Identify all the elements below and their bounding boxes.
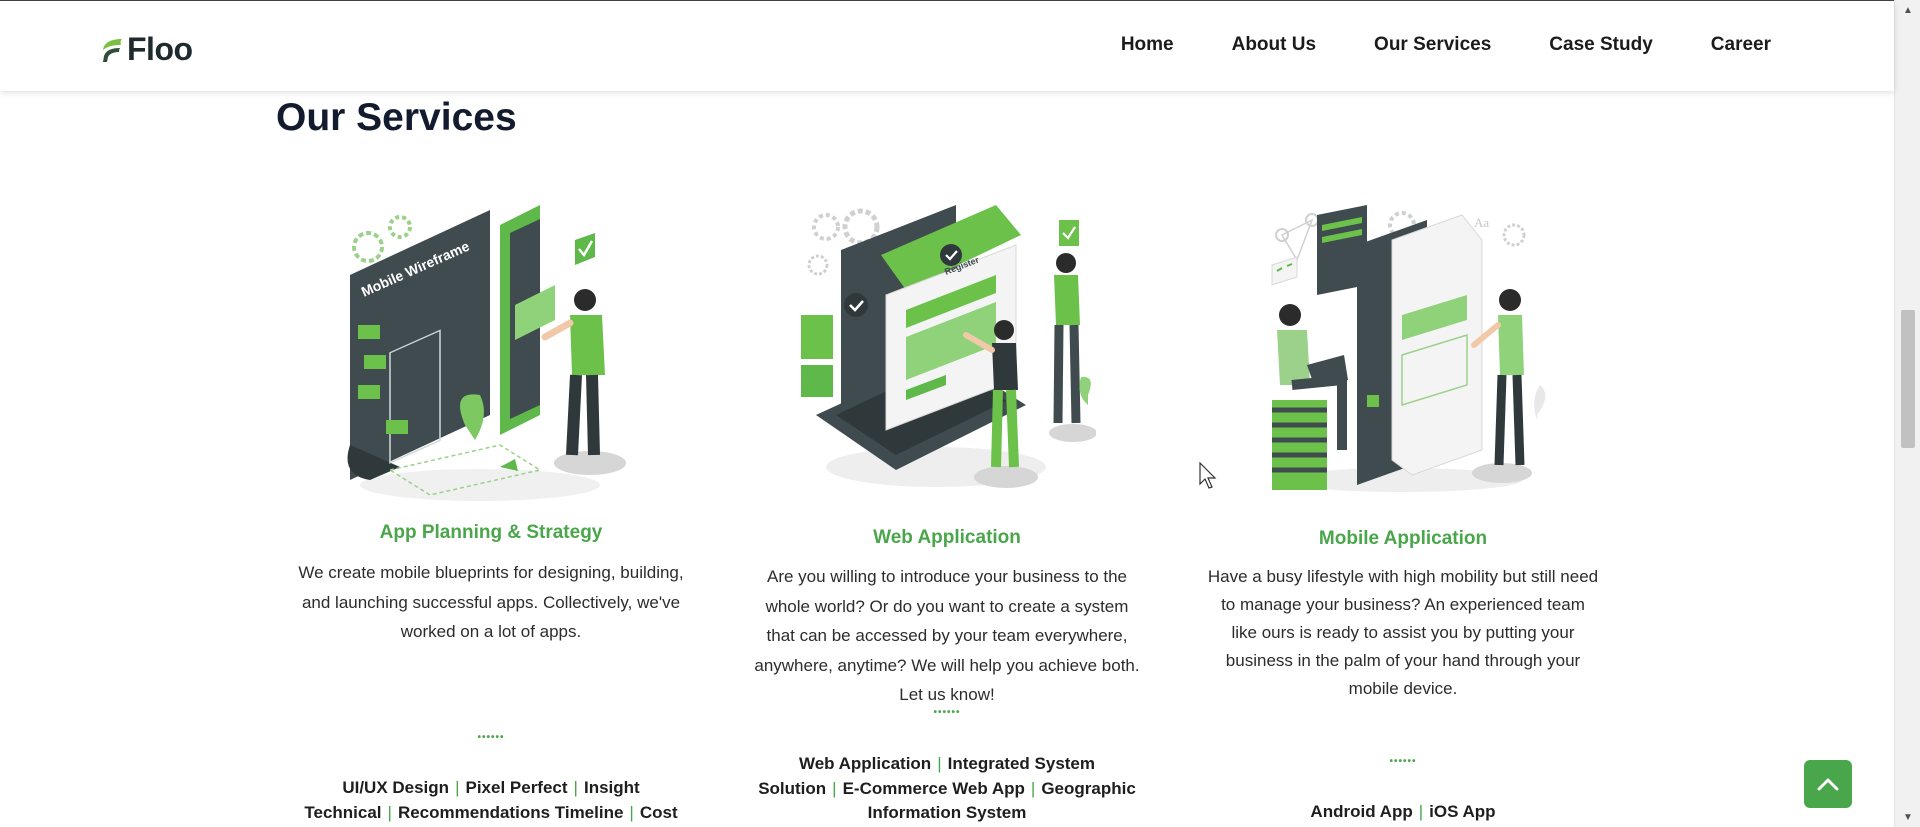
section-title: Our Services xyxy=(276,96,517,139)
mobile-app-illustration: Aa xyxy=(1271,205,1546,492)
logo-text: Floo xyxy=(127,31,193,67)
mouse-cursor-icon xyxy=(1199,462,1217,489)
service-title: Mobile Application xyxy=(1318,528,1488,549)
service-description: Have a busy lifestyle with high mobility… xyxy=(1207,567,1599,698)
tag: Web Application xyxy=(798,754,932,773)
logo[interactable]: Floo xyxy=(100,31,193,68)
scroll-up-arrow-icon[interactable]: ▲ xyxy=(1895,0,1920,20)
tag-separator: | xyxy=(629,802,634,822)
page-scrollbar[interactable]: ▲ ▼ xyxy=(1894,0,1920,827)
dots-divider: •••••• xyxy=(477,732,505,743)
service-tags: UI/UX Design | Pixel Perfect | Insight Techn… xyxy=(281,776,701,827)
tag: Recommendations Timeline xyxy=(397,802,624,822)
back-to-top-button[interactable] xyxy=(1804,760,1852,808)
tag-separator: | xyxy=(937,754,942,773)
nav-career[interactable]: Career xyxy=(1711,34,1771,56)
tag-separator: | xyxy=(832,778,837,798)
tag-separator: | xyxy=(387,802,392,822)
chevron-up-icon xyxy=(1817,778,1839,791)
site-header: Floo Home About Us Our Services Case Stu… xyxy=(0,1,1894,91)
tag-separator: | xyxy=(455,778,460,797)
nav-our-services[interactable]: Our Services xyxy=(1374,34,1491,56)
mobile-wireframe-illustration: Mobile Wireframe xyxy=(347,205,626,501)
dots-divider: •••••• xyxy=(933,707,961,718)
service-tags: Web Application | Integrated System Soluti… xyxy=(737,752,1157,826)
service-title: Web Application xyxy=(873,527,1021,548)
scroll-down-arrow-icon[interactable]: ▼ xyxy=(1895,807,1920,827)
scrollbar-thumb[interactable] xyxy=(1901,310,1915,448)
service-title: App Planning & Strategy xyxy=(379,522,603,543)
tag-separator: | xyxy=(1030,778,1036,798)
nav-about-us[interactable]: About Us xyxy=(1232,34,1316,56)
service-tags: Android App | iOS App xyxy=(1193,800,1613,825)
service-description: We create mobile blueprints for designin… xyxy=(298,563,684,641)
tag: Android App xyxy=(1310,802,1413,821)
tag: E-Commerce Web App xyxy=(842,778,1025,798)
svg-text:Aa: Aa xyxy=(1474,215,1489,230)
main-nav: Home About Us Our Services Case Study Ca… xyxy=(1121,34,1771,56)
tag: Pixel Perfect xyxy=(465,778,568,797)
service-description: Are you willing to introduce your busine… xyxy=(754,567,1140,704)
nav-case-study[interactable]: Case Study xyxy=(1549,34,1652,56)
tag: iOS App xyxy=(1429,802,1496,821)
dots-divider: •••••• xyxy=(1389,756,1417,767)
tag-separator: | xyxy=(1418,802,1424,821)
web-app-illustration: Register xyxy=(801,205,1096,488)
tag: UI/UX Design xyxy=(342,778,450,797)
nav-home[interactable]: Home xyxy=(1121,34,1174,56)
leaf-logo-icon xyxy=(103,38,122,62)
tag-separator: | xyxy=(573,778,578,797)
